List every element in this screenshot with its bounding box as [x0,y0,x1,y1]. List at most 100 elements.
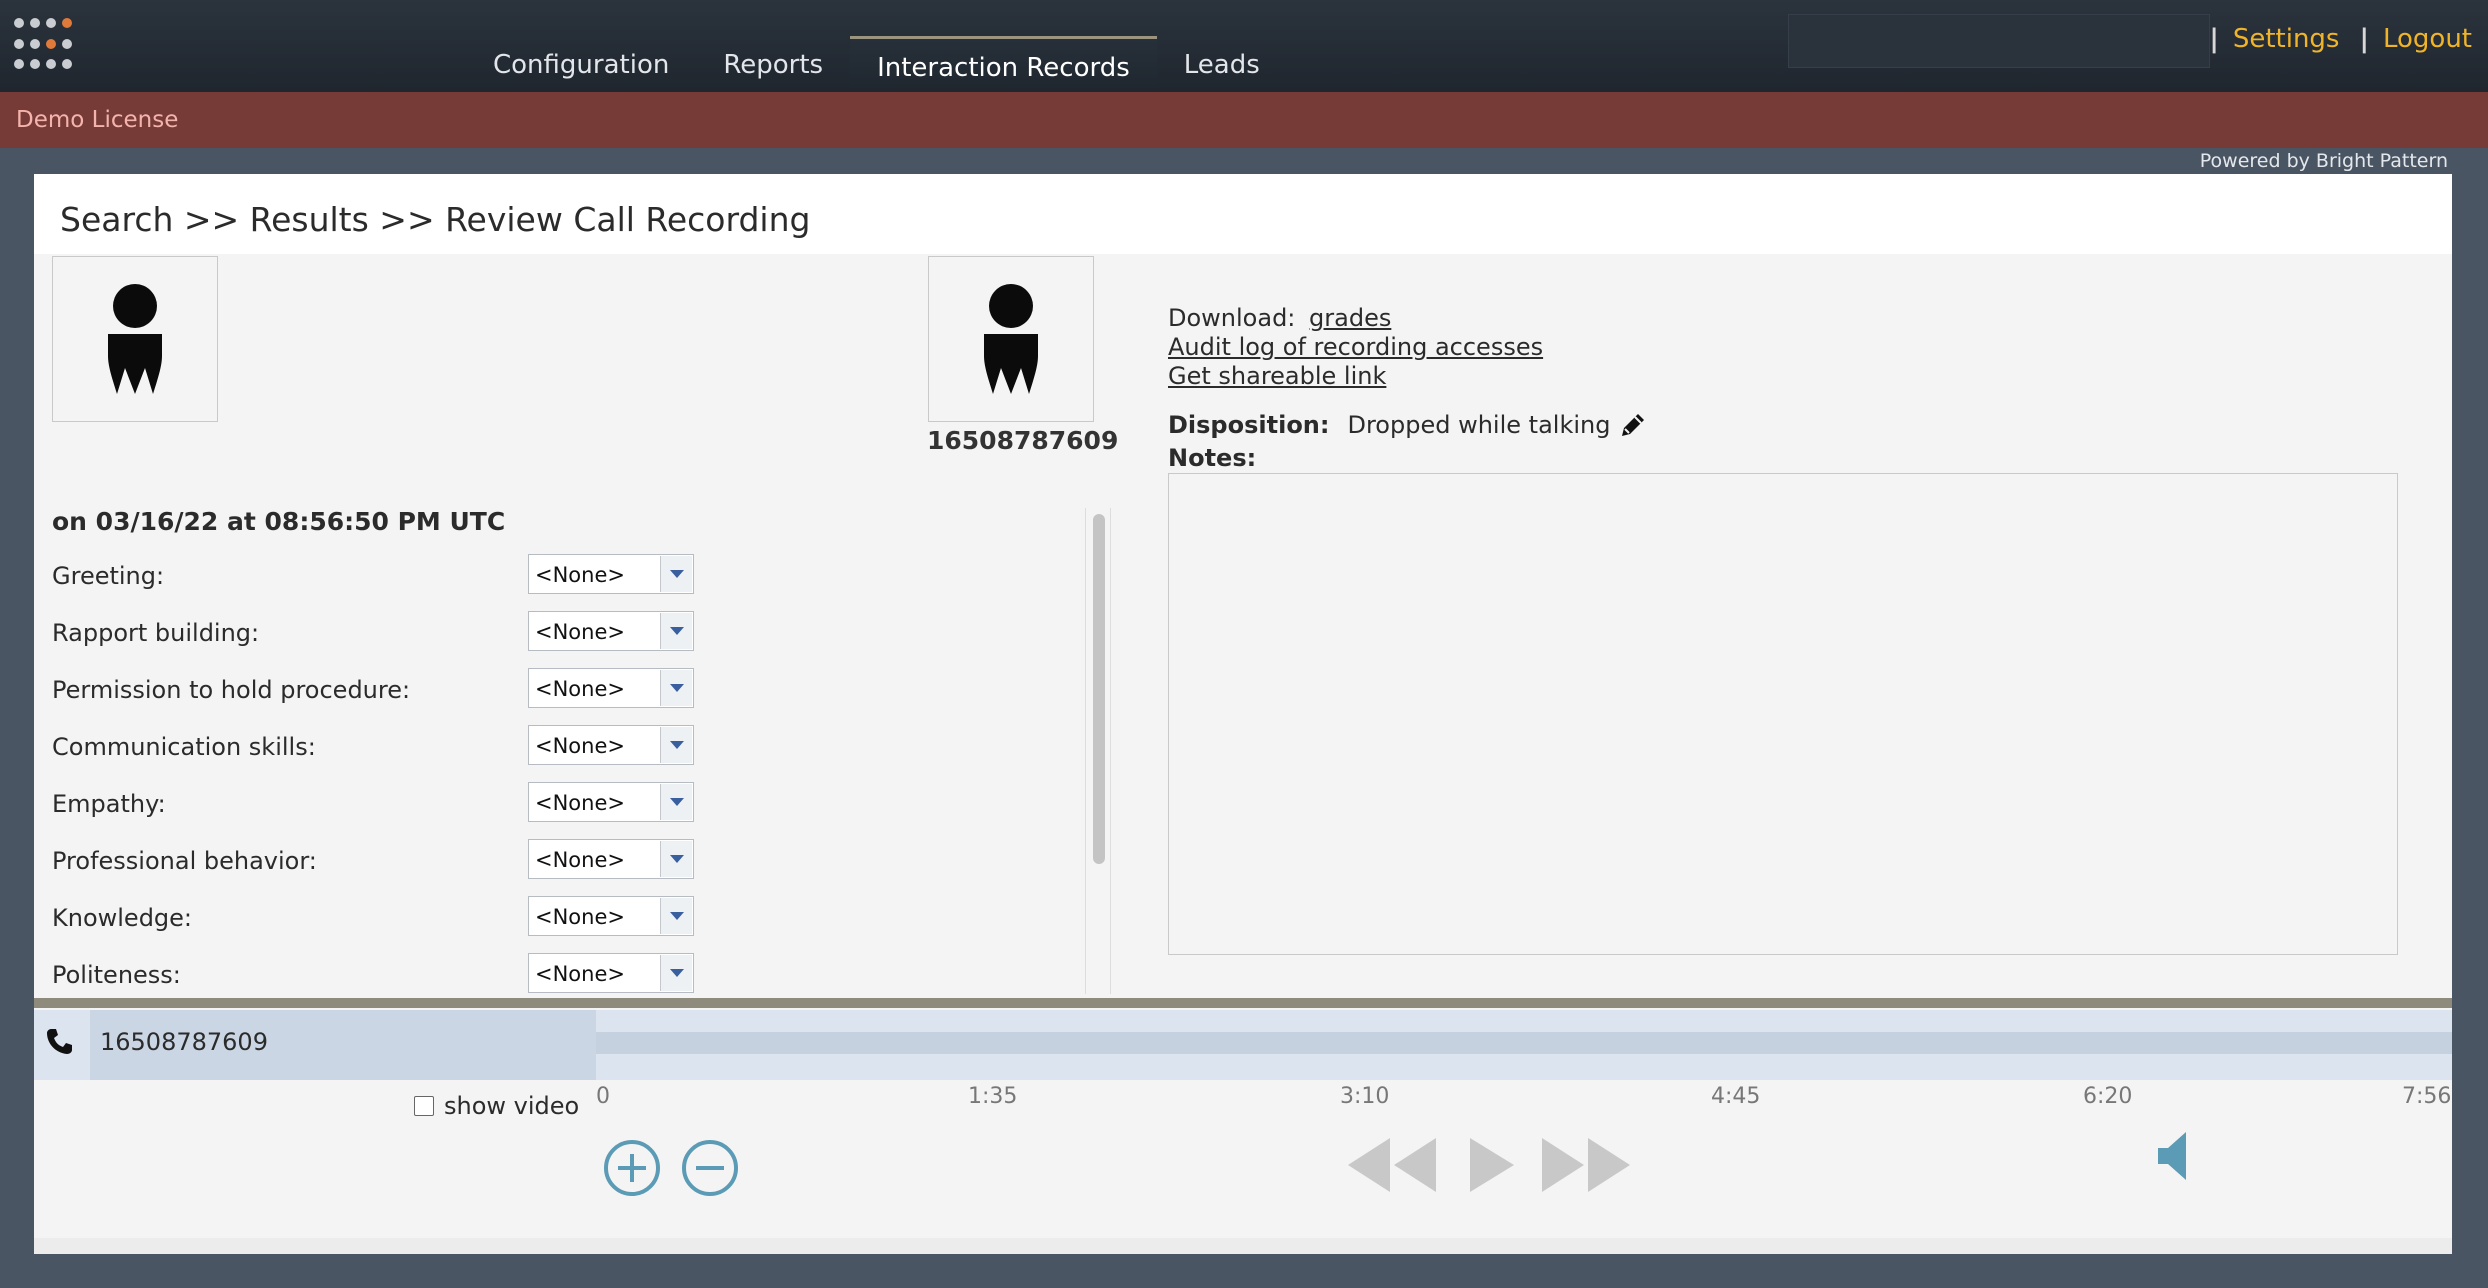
tick-label: 3:10 [1340,1084,1390,1109]
app-menu-icon[interactable] [14,18,72,74]
notes-label: Notes: [1168,444,1257,472]
chevron-down-icon[interactable] [660,556,692,592]
top-bar: Configuration Reports Interaction Record… [0,0,2488,92]
grade-label: Empathy: [52,790,166,818]
nav-interaction-records[interactable]: Interaction Records [850,36,1157,92]
volume-icon[interactable] [2154,1128,2194,1184]
grade-value: <None> [535,905,625,929]
chevron-down-icon[interactable] [660,784,692,820]
grade-value: <None> [535,962,625,986]
audio-track: 16508787609 [34,1010,2452,1080]
grade-label: Politeness: [52,961,181,989]
agent-avatar [52,256,218,422]
grade-label: Permission to hold procedure: [52,676,411,704]
person-icon [108,284,162,394]
grade-select[interactable]: <None> [528,725,694,765]
show-video-label: show video [444,1092,580,1120]
grades-scrollbar[interactable] [1085,508,1111,994]
logout-link[interactable]: Logout [2383,24,2472,54]
grade-value: <None> [535,734,625,758]
grade-row: Professional behavior: <None> [52,839,752,879]
main-panel: Search >> Results >> Review Call Recordi… [34,174,2452,1254]
nav-leads[interactable]: Leads [1157,36,1287,92]
caller-avatar [928,256,1094,422]
chevron-down-icon[interactable] [660,613,692,649]
grade-row: Rapport building: <None> [52,611,752,651]
grade-row: Politeness: <None> [52,953,752,993]
tick-label: 6:20 [2083,1084,2133,1109]
fast-forward-icon[interactable] [1538,1132,1634,1198]
tick-label: 1:35 [968,1084,1018,1109]
grade-value: <None> [535,563,625,587]
disposition-value: Dropped while talking [1347,411,1611,439]
nav-configuration[interactable]: Configuration [466,36,696,92]
separator: | [2209,24,2219,54]
play-icon[interactable] [1464,1132,1520,1198]
grade-select[interactable]: <None> [528,782,694,822]
page-title: Search >> Results >> Review Call Recordi… [34,174,2452,254]
grade-label: Communication skills: [52,733,316,761]
zoom-in-icon[interactable] [602,1138,662,1198]
chevron-down-icon[interactable] [660,841,692,877]
grade-select[interactable]: <None> [528,668,694,708]
grade-select[interactable]: <None> [528,611,694,651]
settings-link[interactable]: Settings [2233,24,2340,54]
chevron-down-icon[interactable] [660,898,692,934]
grades-link[interactable]: grades [1309,304,1391,332]
notes-textarea[interactable] [1168,473,2398,955]
license-banner: Demo License [0,92,2488,148]
chevron-down-icon[interactable] [660,727,692,763]
nav-reports[interactable]: Reports [696,36,850,92]
search-input[interactable] [1788,14,2210,68]
grade-select[interactable]: <None> [528,554,694,594]
recording-date: on 03/16/22 at 08:56:50 PM UTC [52,507,506,536]
grade-value: <None> [535,848,625,872]
audit-log-link[interactable]: Audit log of recording accesses [1168,333,1543,361]
download-links: Download: grades Audit log of recording … [1168,304,1543,391]
download-row: Download: grades [1168,304,1543,333]
grade-row: Communication skills: <None> [52,725,752,765]
person-icon [984,284,1038,394]
timeline-ticks: 0 1:35 3:10 4:45 6:20 7:56 [596,1084,2452,1114]
grade-row: Greeting: <None> [52,554,752,594]
show-video-toggle[interactable]: show video [414,1092,579,1120]
footer-strip [34,1238,2452,1254]
rewind-icon[interactable] [1344,1132,1440,1198]
grade-row: Empathy: <None> [52,782,752,822]
grade-row: Knowledge: <None> [52,896,752,936]
grades-list: Greeting: <None> Rapport building: <None… [52,554,752,994]
grade-label: Professional behavior: [52,847,317,875]
separator: | [2359,24,2369,54]
disposition: Disposition: Dropped while talking [1168,410,1648,440]
grade-value: <None> [535,791,625,815]
grade-value: <None> [535,677,625,701]
scrollbar-thumb[interactable] [1093,514,1105,864]
show-video-checkbox[interactable] [414,1096,434,1116]
phone-icon [47,1029,72,1054]
shareable-link[interactable]: Get shareable link [1168,362,1386,390]
grade-label: Rapport building: [52,619,260,647]
download-label: Download: [1168,304,1296,332]
zoom-out-icon[interactable] [680,1138,740,1198]
track-label: 16508787609 [90,1010,596,1080]
grade-row: Permission to hold procedure: <None> [52,668,752,708]
grade-select[interactable]: <None> [528,896,694,936]
grade-label: Greeting: [52,562,165,590]
chevron-down-icon[interactable] [660,670,692,706]
tick-label: 7:56 [2402,1084,2452,1109]
tick-label: 0 [596,1084,610,1109]
disposition-label: Disposition: [1168,411,1330,439]
pencil-icon[interactable] [1618,410,1648,440]
caller-number: 16508787609 [927,426,1119,455]
tick-label: 4:45 [1711,1084,1761,1109]
powered-by: Powered by Bright Pattern [2199,150,2448,172]
grade-label: Knowledge: [52,904,193,932]
grade-select[interactable]: <None> [528,839,694,879]
grade-value: <None> [535,620,625,644]
top-links: | Settings | Logout [2209,24,2472,54]
grade-select[interactable]: <None> [528,953,694,993]
player-divider[interactable] [34,998,2452,1008]
main-nav: Configuration Reports Interaction Record… [466,36,1287,92]
timeline-bar[interactable] [596,1032,2452,1054]
chevron-down-icon[interactable] [660,955,692,991]
